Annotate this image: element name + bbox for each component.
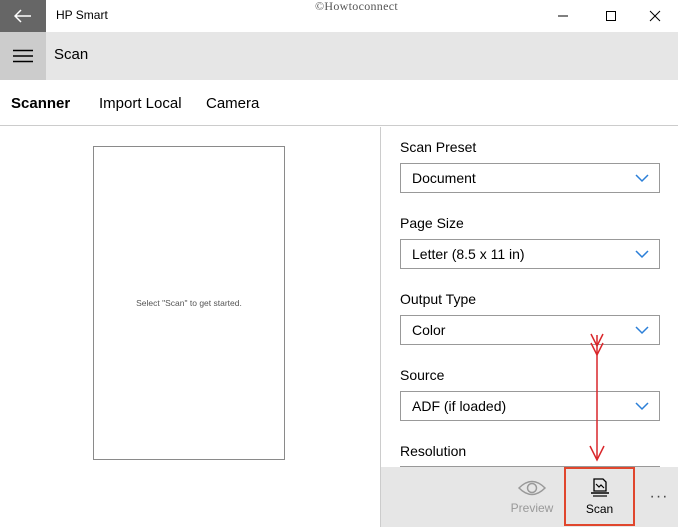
source-dropdown[interactable]: ADF (if loaded): [400, 391, 660, 421]
resolution-label: Resolution: [400, 443, 467, 459]
app-title: HP Smart: [56, 8, 108, 22]
close-button[interactable]: [632, 0, 678, 32]
preview-button-label: Preview: [510, 501, 554, 515]
arrow-left-icon: [14, 9, 31, 23]
back-button[interactable]: [0, 0, 46, 32]
maximize-button[interactable]: [588, 0, 634, 32]
scan-settings-panel[interactable]: Scan Preset Document Page Size Letter (8…: [380, 127, 678, 467]
source-value: ADF (if loaded): [412, 398, 507, 414]
menu-button[interactable]: [0, 32, 46, 80]
output-type-value: Color: [412, 322, 446, 338]
close-icon: [649, 10, 661, 22]
more-options-icon: ···: [649, 488, 669, 505]
chevron-down-icon: [635, 250, 649, 259]
eye-icon: [518, 480, 546, 496]
scan-button-label: Scan: [585, 501, 614, 516]
scan-button[interactable]: Scan: [564, 467, 635, 526]
output-type-label: Output Type: [400, 291, 477, 307]
scan-preset-label: Scan Preset: [400, 139, 477, 155]
output-type-dropdown[interactable]: Color: [400, 315, 660, 345]
page-size-label: Page Size: [400, 215, 464, 231]
page-header: Scan: [0, 32, 678, 80]
preview-hint-text: Select "Scan" to get started.: [136, 298, 242, 308]
source-tabs: Scanner Import Local Camera: [0, 80, 678, 126]
scan-preview-area: Select "Scan" to get started.: [93, 146, 285, 460]
chevron-down-icon: [635, 174, 649, 183]
tab-scanner[interactable]: Scanner: [11, 95, 70, 112]
chevron-down-icon: [635, 326, 649, 335]
more-options-button[interactable]: ···: [645, 467, 673, 527]
command-bar: Preview Scan ···: [380, 467, 678, 527]
chevron-down-icon: [635, 402, 649, 411]
title-bar: HP Smart ©Howtoconnect: [0, 0, 678, 32]
maximize-icon: [606, 11, 616, 21]
hamburger-icon: [13, 49, 33, 63]
tab-camera[interactable]: Camera: [206, 95, 259, 112]
preview-button[interactable]: Preview: [504, 467, 560, 527]
source-label: Source: [400, 367, 445, 383]
page-size-value: Letter (8.5 x 11 in): [412, 246, 525, 262]
scan-document-icon: [590, 477, 609, 497]
scan-preset-value: Document: [412, 170, 476, 186]
tab-import-local[interactable]: Import Local: [99, 95, 182, 112]
page-title: Scan: [54, 46, 89, 63]
page-size-dropdown[interactable]: Letter (8.5 x 11 in): [400, 239, 660, 269]
minimize-button[interactable]: [540, 0, 586, 32]
watermark-text: ©Howtoconnect: [315, 0, 398, 13]
scan-preset-dropdown[interactable]: Document: [400, 163, 660, 193]
minimize-icon: [558, 15, 568, 17]
